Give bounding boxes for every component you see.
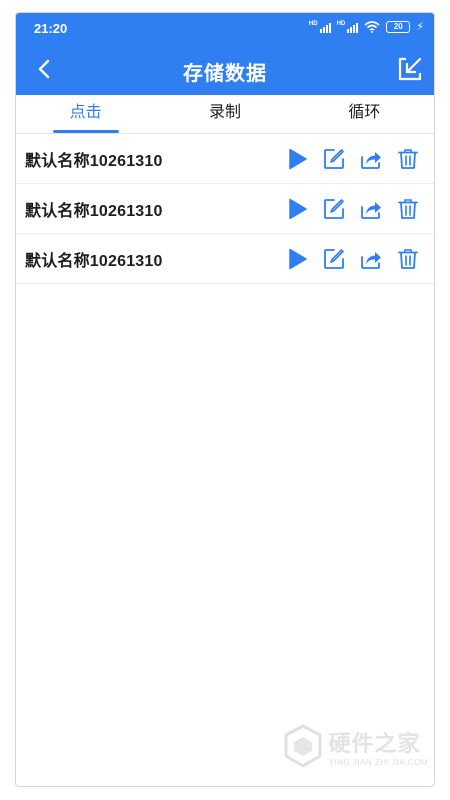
record-name: 默认名称10261310	[25, 152, 163, 170]
edit-icon[interactable]	[322, 147, 346, 171]
delete-icon[interactable]	[396, 147, 420, 171]
row-actions	[285, 197, 420, 221]
play-icon[interactable]	[285, 197, 309, 221]
status-bar: 21:20 HD HD 20 ⚡	[16, 13, 434, 43]
play-icon[interactable]	[285, 247, 309, 271]
watermark-url: YING JIAN ZHI JIA.COM	[328, 757, 428, 767]
hd-signal-icon: HD	[309, 21, 331, 33]
import-arrow-icon[interactable]	[396, 55, 424, 83]
share-icon[interactable]	[359, 197, 383, 221]
share-icon[interactable]	[359, 147, 383, 171]
charging-icon: ⚡	[416, 21, 424, 33]
page-title: 存储数据	[183, 63, 267, 85]
delete-icon[interactable]	[396, 197, 420, 221]
edit-icon[interactable]	[322, 247, 346, 271]
share-icon[interactable]	[359, 247, 383, 271]
row-actions	[285, 247, 420, 271]
status-time: 21:20	[34, 21, 68, 36]
status-icons: HD HD 20 ⚡	[309, 20, 424, 33]
record-list: 默认名称10261310 默认名称10261310 默认名称10261310	[16, 134, 434, 284]
list-item[interactable]: 默认名称10261310	[16, 184, 434, 234]
record-name: 默认名称10261310	[25, 252, 163, 270]
edit-icon[interactable]	[322, 197, 346, 221]
row-actions	[285, 147, 420, 171]
app-screen: 21:20 HD HD 20 ⚡ 存储数据 点击 录制 循环 默认名称10261…	[15, 12, 435, 787]
watermark-name: 硬件之家	[328, 730, 421, 756]
watermark: 硬件之家 YING JIAN ZHI JIA.COM	[283, 724, 428, 768]
play-icon[interactable]	[285, 147, 309, 171]
list-item[interactable]: 默认名称10261310	[16, 234, 434, 284]
tab-bar: 点击 录制 循环	[16, 95, 434, 134]
tab-record[interactable]: 录制	[155, 95, 294, 133]
tab-loop[interactable]: 循环	[295, 95, 434, 133]
wifi-icon	[364, 20, 380, 33]
battery-icon: 20	[386, 20, 411, 33]
record-name: 默认名称10261310	[25, 202, 163, 220]
tab-click[interactable]: 点击	[16, 95, 155, 133]
delete-icon[interactable]	[396, 247, 420, 271]
cube-logo-icon	[284, 724, 322, 768]
app-bar: 存储数据	[16, 43, 434, 95]
hd-signal-icon: HD	[337, 21, 359, 33]
list-item[interactable]: 默认名称10261310	[16, 134, 434, 184]
